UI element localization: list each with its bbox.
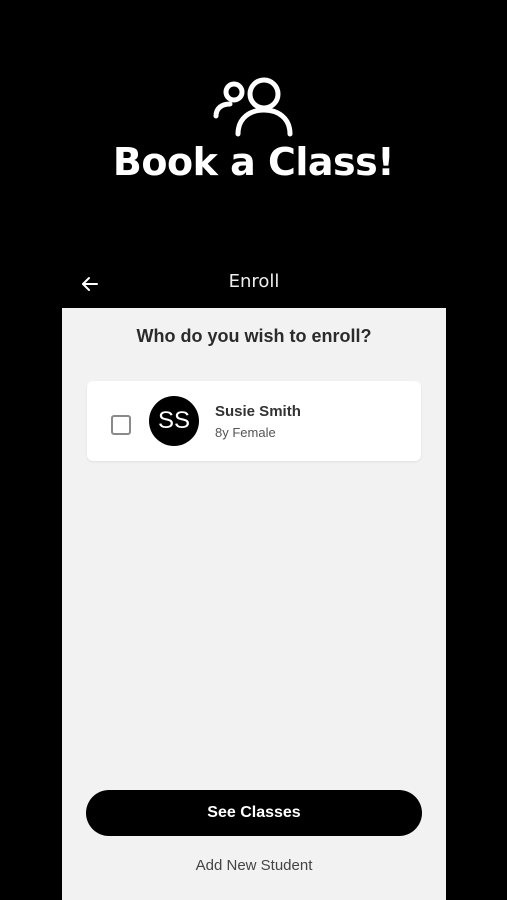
page-title: Book a Class! [112,140,395,184]
avatar: SS [149,396,199,446]
avatar-initials: SS [157,407,190,434]
student-meta: 8y Female [215,425,276,440]
student-card[interactable]: SS Susie Smith 8y Female [87,381,421,461]
enroll-question: Who do you wish to enroll? [136,326,372,346]
student-name: Susie Smith [215,403,301,420]
student-checkbox[interactable] [111,415,131,435]
topbar-title: Enroll [228,271,280,292]
users-icon [213,77,293,137]
topbar: Enroll [62,262,446,308]
enroll-panel: Who do you wish to enroll? SS Susie Smit… [62,308,446,900]
see-classes-button[interactable]: See Classes [86,790,422,836]
add-new-student-link[interactable]: Add New Student [62,857,446,874]
